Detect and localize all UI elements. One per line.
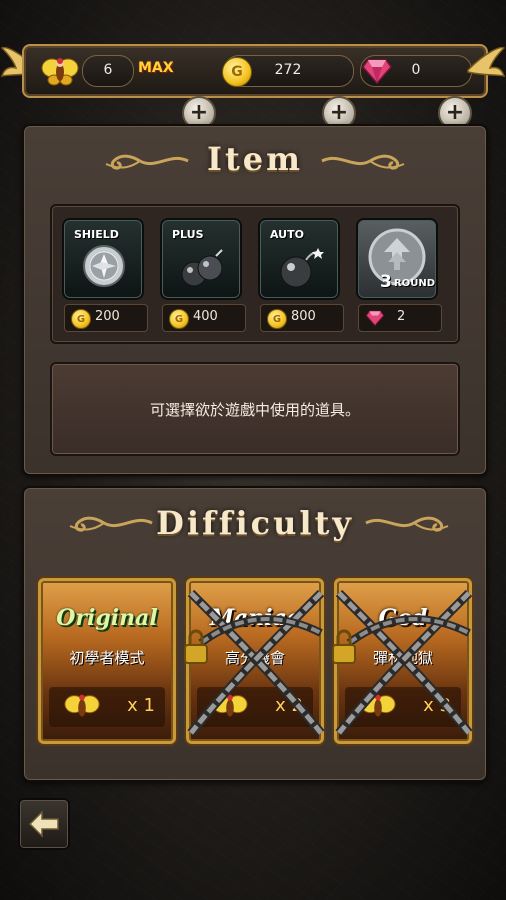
resource-bar: 6 MAX + 272 G + 0 + [0, 38, 506, 130]
difficulty-maniac-subtitle: 高分機會 [224, 649, 285, 667]
gold-value: 272 [274, 62, 302, 78]
shield-item[interactable]: SHIELD [62, 218, 144, 300]
difficulty-maniac-name: Maniac [209, 605, 301, 631]
shield-price-value: 200 [95, 309, 120, 324]
difficulty-original-card[interactable]: Original 初學者模式 x 1 [38, 578, 176, 744]
difficulty-god-cost: x 3 [345, 687, 461, 727]
bomb-icon [280, 248, 324, 288]
item-title: Item [207, 140, 303, 178]
difficulty-original-subtitle: 初學者模式 [69, 649, 145, 667]
lives-value: 6 [103, 62, 113, 78]
butterfly-icon [360, 694, 396, 717]
difficulty-original-cost: x 1 [49, 687, 165, 727]
plus-label: PLUS [172, 228, 204, 241]
shield-label: SHIELD [74, 228, 119, 241]
lives-counter: 6 [82, 55, 134, 87]
gem-icon [362, 59, 392, 84]
difficulty-original-name: Original [56, 605, 158, 631]
plus-icon: + [329, 100, 349, 125]
round-price: 2 [358, 304, 442, 332]
back-arrow-icon [28, 810, 59, 838]
plus-price-value: 400 [193, 309, 218, 324]
difficulty-god-multiplier: x 3 [423, 695, 451, 716]
difficulty-maniac-cost: x 2 [197, 687, 313, 727]
plus-icon: + [189, 100, 209, 125]
difficulty-maniac-card[interactable]: Maniac 高分機會 x 2 [184, 578, 325, 744]
butterfly-icon [41, 58, 79, 86]
auto-price: G 800 [260, 304, 344, 332]
item-description: 可選擇欲於遊戲中使用的道具。 [50, 362, 460, 456]
right-scroll-ornament [365, 516, 449, 532]
gold-coin-icon: G [267, 309, 287, 329]
butterfly-icon [212, 694, 248, 717]
shield-price: G 200 [64, 304, 148, 332]
plus-price: G 400 [162, 304, 246, 332]
difficulty-god-subtitle: 彈林地獄 [372, 649, 433, 667]
auto-item[interactable]: AUTO [258, 218, 340, 300]
plus-item[interactable]: PLUS [160, 218, 242, 300]
back-button[interactable] [18, 798, 70, 850]
coin-symbol: G [174, 313, 184, 325]
right-wing-ornament [467, 46, 506, 77]
butterfly-icon [64, 694, 100, 717]
plus-icon: + [445, 100, 465, 125]
right-scroll-ornament [321, 154, 405, 170]
round-item[interactable]: 3 ROUND [356, 218, 438, 300]
gold-coin-icon: G [71, 309, 91, 329]
round-number: 3 [380, 272, 392, 292]
auto-price-value: 800 [291, 309, 316, 324]
gem-icon [365, 310, 385, 326]
round-suffix: ROUND [394, 278, 435, 289]
gold-coin-icon: G [222, 57, 252, 87]
gold-coin-icon: G [169, 309, 189, 329]
difficulty-god-card[interactable]: God 彈林地獄 x 3 [332, 578, 473, 744]
coin-symbol: G [272, 313, 282, 325]
bombs-icon [181, 249, 223, 287]
difficulty-original-multiplier: x 1 [127, 695, 155, 716]
lives-max-label: MAX [138, 60, 174, 76]
gem-value: 0 [411, 62, 421, 78]
round-price-value: 2 [397, 309, 406, 324]
auto-label: AUTO [270, 228, 304, 241]
coin-symbol: G [76, 313, 86, 325]
difficulty-maniac-multiplier: x 2 [275, 695, 303, 716]
difficulty-god-name: God [378, 605, 428, 631]
coin-symbol: G [231, 64, 243, 80]
shield-icon [83, 245, 125, 287]
